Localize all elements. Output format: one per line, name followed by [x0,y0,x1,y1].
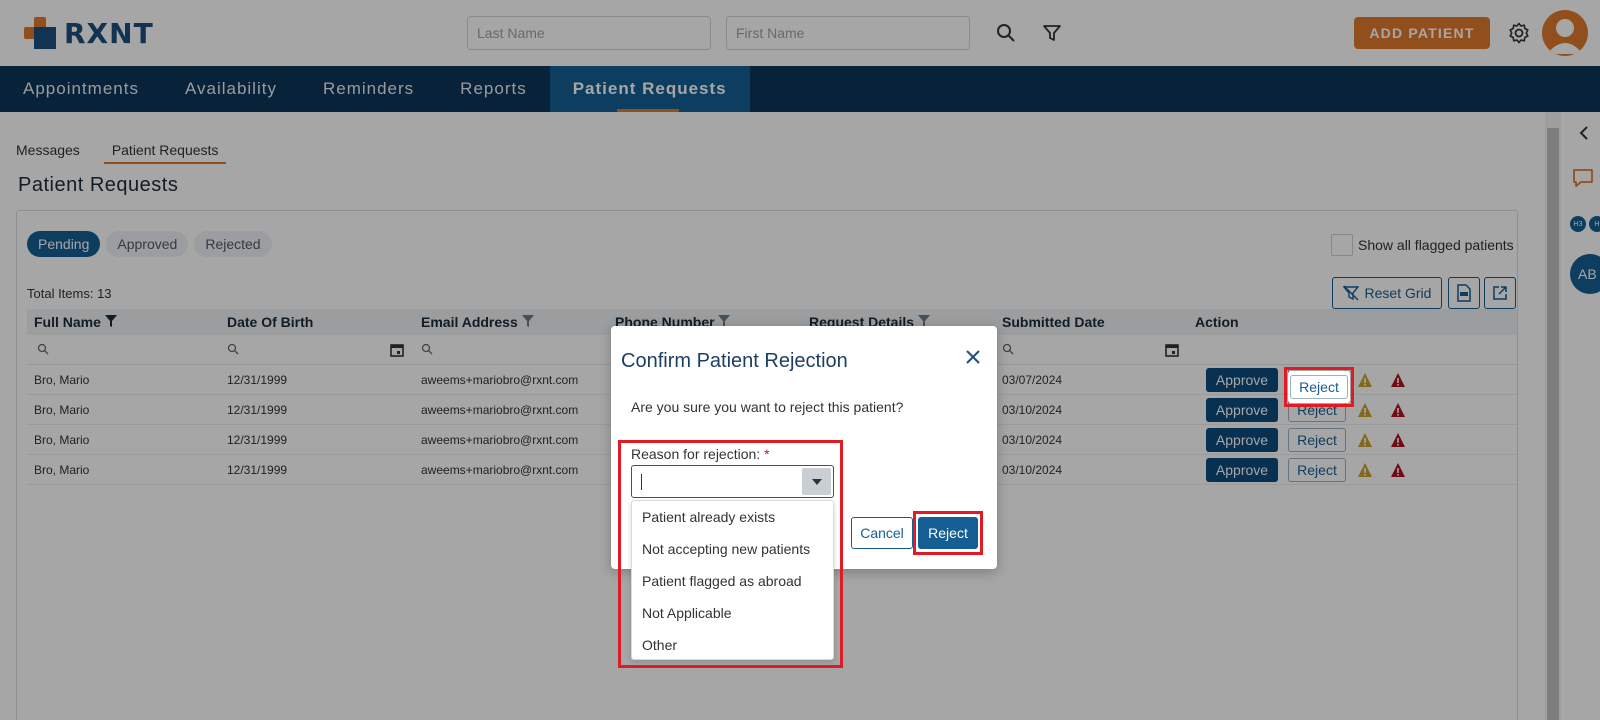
annotation-highlight-reason [618,440,843,668]
modal-message: Are you sure you want to reject this pat… [631,399,904,415]
reject-button-highlight-bg: Reject [1288,371,1350,403]
modal-title: Confirm Patient Rejection [621,350,848,372]
cancel-button[interactable]: Cancel [851,517,913,549]
annotation-highlight-confirm-reject [913,511,983,555]
close-icon[interactable] [960,344,986,370]
reject-button[interactable]: Reject [1290,375,1348,399]
